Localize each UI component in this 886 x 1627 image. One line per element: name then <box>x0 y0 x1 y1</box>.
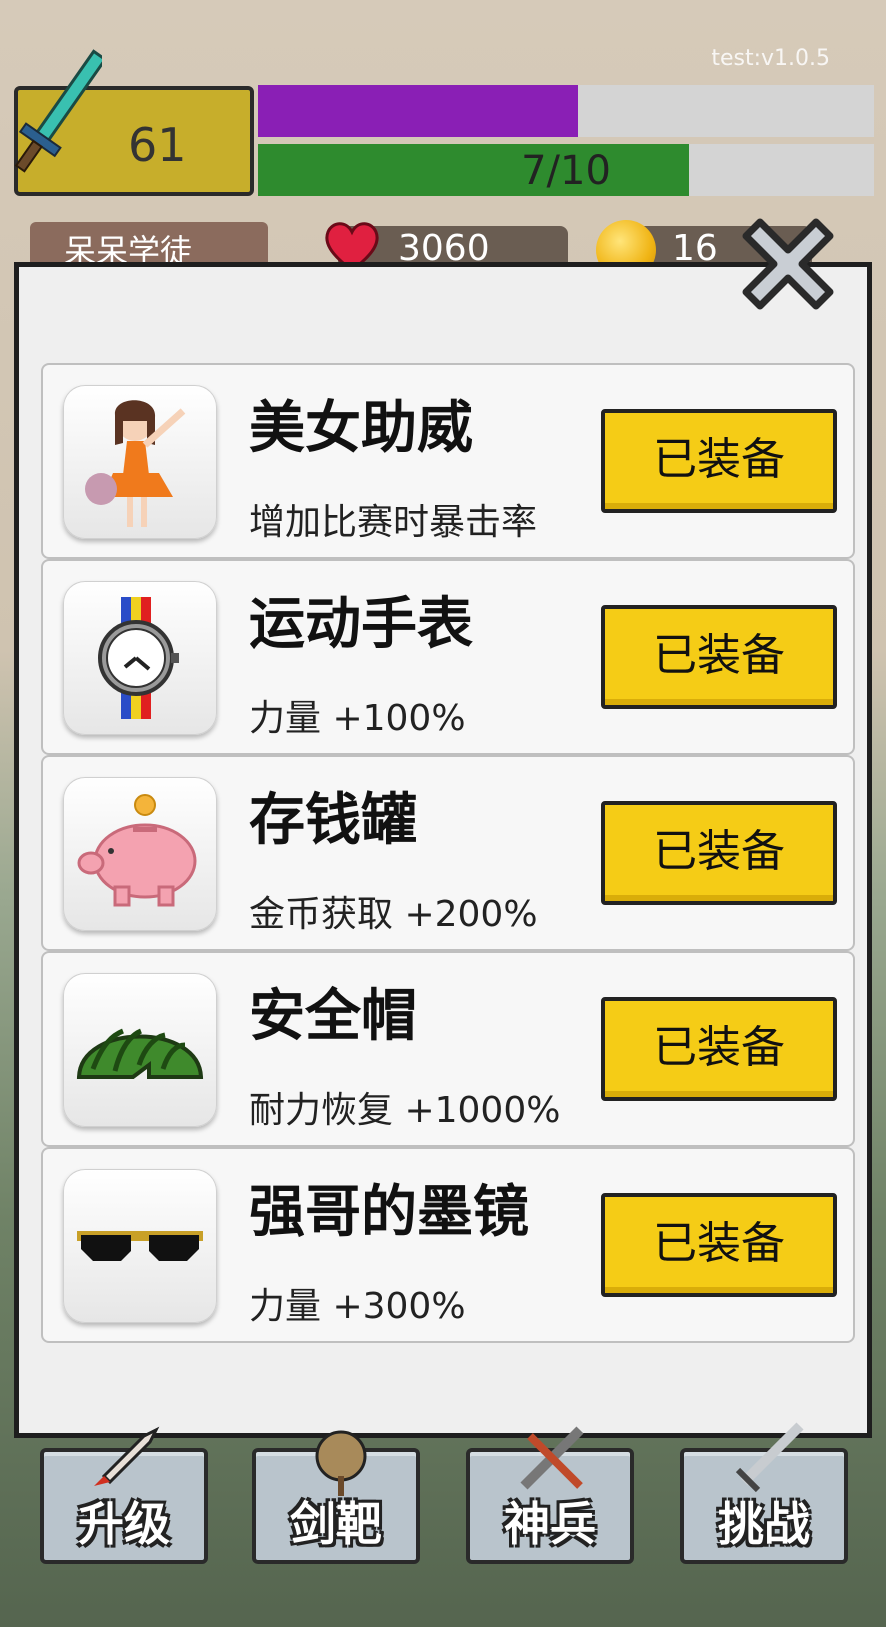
nav-target-button[interactable]: 剑靶 <box>252 1430 420 1564</box>
item-description: 耐力恢复 +1000% <box>249 1090 561 1131</box>
sunglasses-icon <box>77 1231 203 1261</box>
sword-icon <box>14 49 102 173</box>
rocket-icon <box>94 1426 160 1486</box>
list-item: 安全帽 耐力恢复 +1000% 已装备 <box>41 951 855 1147</box>
piggy-bank-icon <box>77 794 197 907</box>
item-name: 运动手表 <box>249 592 473 657</box>
weapon-icon <box>520 1426 584 1490</box>
version-label: test:v1.0.5 <box>711 46 830 71</box>
xp-bar <box>258 85 874 137</box>
item-description: 增加比赛时暴击率 <box>249 502 538 543</box>
xp-bar-fill <box>258 85 579 137</box>
watch-icon <box>98 597 179 719</box>
item-name: 美女助威 <box>249 396 473 461</box>
item-thumbnail <box>63 1169 217 1323</box>
item-name: 安全帽 <box>249 984 417 1049</box>
nav-challenge-label: 挑战 <box>718 1497 810 1551</box>
item-thumbnail <box>63 973 217 1127</box>
item-thumbnail <box>63 581 217 735</box>
equipment-modal: 美女助威 增加比赛时暴击率 已装备 运动手表 力量 +100% 已装备 存钱罐 … <box>14 262 872 1438</box>
list-item: 运动手表 力量 +100% 已装备 <box>41 559 855 755</box>
target-dummy-icon <box>315 1430 367 1496</box>
item-thumbnail <box>63 385 217 539</box>
stamina-label: 7/10 <box>521 148 611 194</box>
nav-upgrade-button[interactable]: 升级 <box>40 1426 208 1564</box>
sword-icon <box>735 1422 804 1493</box>
equipped-button[interactable]: 已装备 <box>601 605 837 709</box>
equipped-button[interactable]: 已装备 <box>601 997 837 1101</box>
item-description: 金币获取 +200% <box>249 894 538 935</box>
equipped-button[interactable]: 已装备 <box>601 1193 837 1297</box>
item-thumbnail <box>63 777 217 931</box>
item-name: 强哥的墨镜 <box>249 1180 529 1245</box>
level-value: 61 <box>128 118 187 172</box>
item-description: 力量 +100% <box>249 698 466 739</box>
nav-weapon-button[interactable]: 神兵 <box>466 1426 634 1564</box>
stamina-bar: 7/10 <box>258 144 874 196</box>
nav-upgrade-label: 升级 <box>78 1497 170 1551</box>
cheerleader-icon <box>85 400 186 527</box>
equipment-list[interactable]: 美女助威 增加比赛时暴击率 已装备 运动手表 力量 +100% 已装备 存钱罐 … <box>41 363 855 1363</box>
nav-target-label: 剑靶 <box>290 1497 382 1551</box>
list-item: 强哥的墨镜 力量 +300% 已装备 <box>41 1147 855 1343</box>
item-description: 力量 +300% <box>249 1286 466 1327</box>
list-item: 存钱罐 金币获取 +200% 已装备 <box>41 755 855 951</box>
equipped-button[interactable]: 已装备 <box>601 409 837 513</box>
item-name: 存钱罐 <box>249 788 417 853</box>
nav-weapon-label: 神兵 <box>504 1497 596 1551</box>
watermelon-helmet-icon <box>76 1028 204 1079</box>
equipped-button[interactable]: 已装备 <box>601 801 837 905</box>
close-icon[interactable] <box>726 202 850 326</box>
nav-challenge-button[interactable]: 挑战 <box>680 1422 848 1564</box>
list-item: 美女助威 增加比赛时暴击率 已装备 <box>41 363 855 559</box>
